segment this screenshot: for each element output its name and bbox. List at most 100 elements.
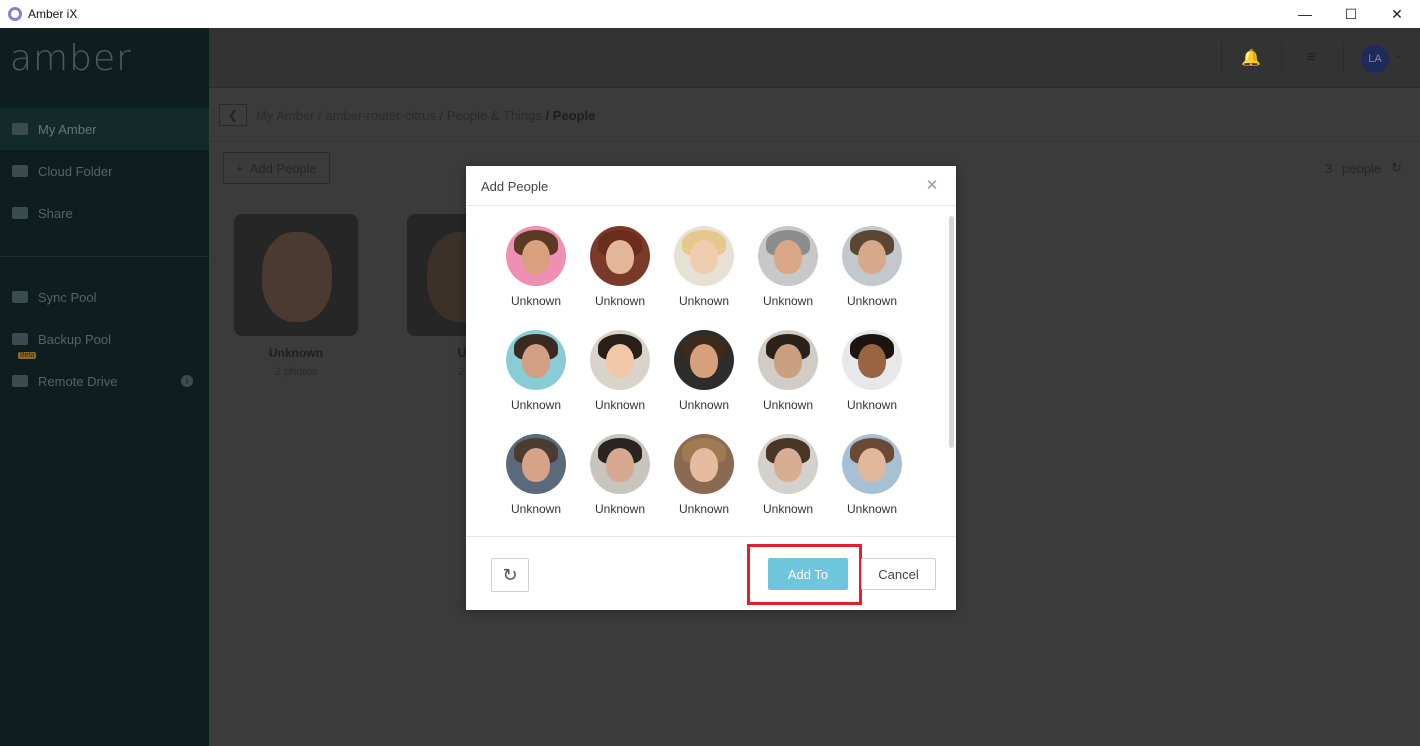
- face-avatar: [674, 330, 734, 390]
- window-controls: — ☐ ✕: [1282, 0, 1420, 28]
- sidebar-item-sync-pool[interactable]: Sync Pool: [0, 276, 209, 318]
- face-item[interactable]: Unknown: [746, 330, 830, 412]
- face-item[interactable]: Unknown: [578, 226, 662, 308]
- breadcrumb-item[interactable]: amber-router-citrus: [325, 108, 436, 123]
- face-skin: [858, 448, 886, 482]
- info-icon[interactable]: i: [181, 375, 193, 387]
- topbar-divider: [1343, 42, 1344, 74]
- face-skin: [858, 240, 886, 274]
- face-label: Unknown: [510, 502, 562, 516]
- sidebar: amber My Amber Cloud Folder Share Sync P…: [0, 28, 209, 746]
- topbar-divider: [1281, 42, 1282, 74]
- refresh-icon[interactable]: ↻: [1391, 160, 1402, 176]
- face-item[interactable]: Unknown: [494, 330, 578, 412]
- face-label: Unknown: [846, 502, 898, 516]
- sidebar-item-remote-drive[interactable]: Beta Remote Drive i: [0, 352, 209, 402]
- maximize-button[interactable]: ☐: [1328, 0, 1374, 28]
- drive-icon: [12, 375, 28, 387]
- face-skin: [774, 240, 802, 274]
- add-people-dialog: Add People ✕ Unknown Unknown Unknown Unknow…: [466, 166, 956, 610]
- scrollbar[interactable]: [949, 216, 954, 448]
- face-avatar: [506, 226, 566, 286]
- face-skin: [606, 240, 634, 274]
- folder-icon: [12, 165, 28, 177]
- face-avatar: [590, 226, 650, 286]
- face-skin: [690, 344, 718, 378]
- face-avatar: [842, 226, 902, 286]
- face-skin: [774, 344, 802, 378]
- sidebar-item-share[interactable]: Share: [0, 192, 209, 234]
- breadcrumb-item[interactable]: People & Things: [447, 108, 542, 123]
- face-skin: [522, 448, 550, 482]
- sidebar-item-label: Remote Drive: [38, 373, 118, 389]
- plus-icon: +: [236, 160, 244, 176]
- window-title: Amber iX: [28, 7, 78, 21]
- face-item[interactable]: Unknown: [494, 226, 578, 308]
- face-item[interactable]: Unknown: [830, 434, 914, 516]
- face-avatar: [590, 434, 650, 494]
- home-icon: [12, 123, 28, 135]
- add-people-button[interactable]: + Add People: [223, 152, 330, 184]
- breadcrumb-bar: ❮ My Amber / amber-router-citrus / Peopl…: [209, 88, 1420, 142]
- face-label: Unknown: [510, 398, 562, 412]
- face-avatar: [674, 226, 734, 286]
- back-button[interactable]: ❮: [219, 104, 247, 126]
- face-avatar: [758, 330, 818, 390]
- face-label: Unknown: [678, 502, 730, 516]
- app-logo-icon: [8, 7, 22, 21]
- face-label: Unknown: [594, 294, 646, 308]
- face-item[interactable]: Unknown: [494, 434, 578, 516]
- person-photo-count: 2 photos: [274, 366, 318, 378]
- top-bar: 🔔 ≡ LA ⌄: [209, 28, 1420, 88]
- sidebar-item-my-amber[interactable]: My Amber: [0, 108, 209, 150]
- close-window-button[interactable]: ✕: [1374, 0, 1420, 28]
- amber-logo: amber: [10, 38, 132, 79]
- face-item[interactable]: Unknown: [830, 226, 914, 308]
- face-avatar: [758, 226, 818, 286]
- add-to-button[interactable]: Add To: [768, 558, 848, 590]
- face-item[interactable]: Unknown: [662, 330, 746, 412]
- person-name: Unknown: [269, 346, 323, 360]
- dialog-body: Unknown Unknown Unknown Unknown Unknown Unkno…: [466, 206, 956, 536]
- minimize-button[interactable]: —: [1282, 0, 1328, 28]
- sidebar-item-cloud-folder[interactable]: Cloud Folder: [0, 150, 209, 192]
- face-avatar: [842, 434, 902, 494]
- face-item[interactable]: Unknown: [662, 226, 746, 308]
- breadcrumb-item[interactable]: My Amber: [256, 108, 315, 123]
- transfer-icon[interactable]: ≡: [1297, 44, 1325, 72]
- breadcrumb: My Amber / amber-router-citrus / People …: [256, 108, 596, 123]
- refresh-button[interactable]: ↻: [491, 558, 529, 592]
- face-item[interactable]: Unknown: [746, 226, 830, 308]
- face-item[interactable]: Unknown: [662, 434, 746, 516]
- face-label: Unknown: [846, 294, 898, 308]
- chevron-down-icon[interactable]: ⌄: [1395, 50, 1403, 61]
- sidebar-item-label: My Amber: [38, 121, 97, 137]
- bell-icon[interactable]: 🔔: [1237, 44, 1265, 72]
- face-label: Unknown: [762, 502, 814, 516]
- face-skin: [606, 344, 634, 378]
- face-item[interactable]: Unknown: [578, 434, 662, 516]
- close-icon[interactable]: ✕: [924, 177, 940, 194]
- face-skin: [690, 240, 718, 274]
- refresh-icon: ↻: [502, 564, 518, 585]
- people-count: 3 people ↻: [1325, 160, 1402, 176]
- share-icon: [12, 207, 28, 219]
- face-skin: [606, 448, 634, 482]
- face-avatar: [842, 330, 902, 390]
- face-skin: [774, 448, 802, 482]
- face-item[interactable]: Unknown: [746, 434, 830, 516]
- face-item[interactable]: Unknown: [830, 330, 914, 412]
- face-item[interactable]: Unknown: [578, 330, 662, 412]
- window-titlebar: Amber iX — ☐ ✕: [0, 0, 1420, 28]
- sync-icon: [12, 291, 28, 303]
- person-card[interactable]: Unknown 2 photos: [234, 214, 358, 378]
- face-avatar: [758, 434, 818, 494]
- breadcrumb-current: People: [552, 108, 596, 123]
- face-skin: [522, 240, 550, 274]
- sidebar-item-label: Cloud Folder: [38, 163, 113, 179]
- face-skin: [522, 344, 550, 378]
- face-label: Unknown: [594, 398, 646, 412]
- avatar[interactable]: LA: [1361, 45, 1389, 73]
- dialog-footer: ↻ Add To Cancel: [466, 536, 956, 610]
- cancel-button[interactable]: Cancel: [861, 558, 936, 590]
